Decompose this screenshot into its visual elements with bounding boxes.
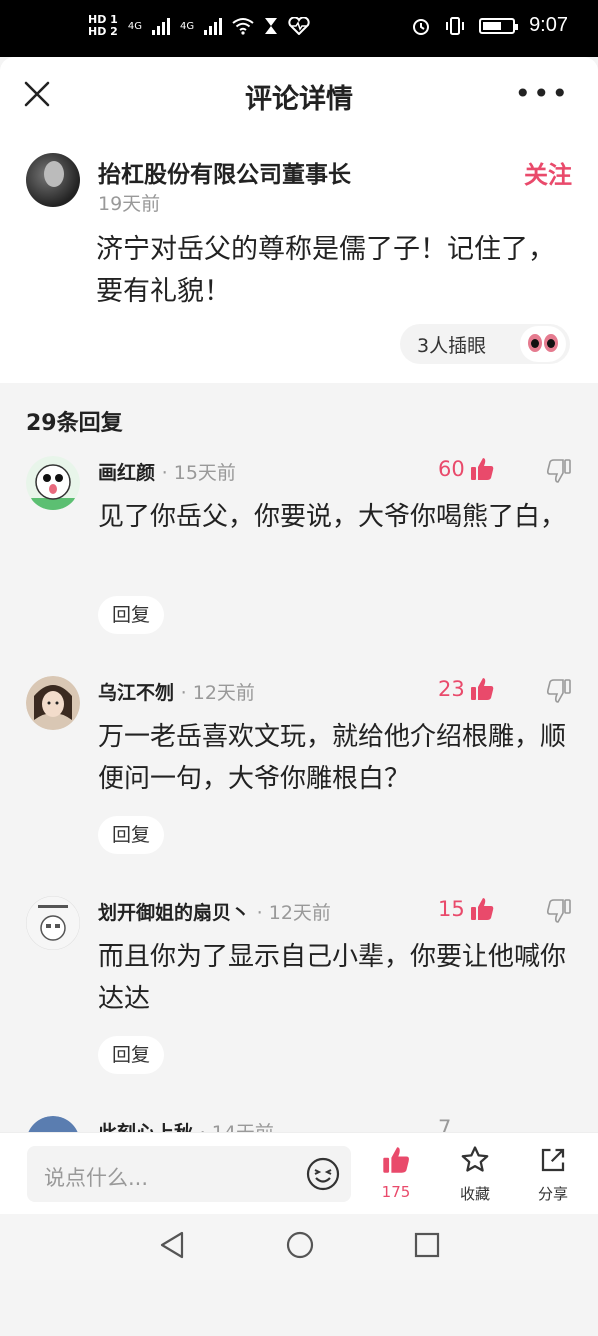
post-time: 19天前 bbox=[98, 193, 161, 215]
thumbs-up-icon bbox=[470, 898, 493, 920]
thumbs-up-icon bbox=[383, 1147, 409, 1173]
share-icon bbox=[541, 1148, 565, 1172]
share-button[interactable]: 分享 bbox=[523, 1145, 583, 1204]
hourglass-icon bbox=[265, 18, 278, 34]
comment-input-placeholder: 说点什么... bbox=[44, 1166, 149, 1190]
wifi-icon bbox=[232, 18, 254, 35]
reply-text: 万一老岳喜欢文玩，就给他介绍根雕，顺便问一句，大爷你雕根白？ bbox=[98, 722, 567, 794]
bottom-action-bar: 说点什么... 175 收藏 分享 bbox=[0, 1132, 598, 1215]
thumbs-down-icon[interactable] bbox=[546, 898, 572, 924]
alarm-icon bbox=[413, 18, 430, 35]
signal-icon-2 bbox=[204, 17, 223, 35]
thumbs-up-icon bbox=[470, 678, 493, 700]
star-icon bbox=[461, 1146, 489, 1172]
reply-button[interactable]: 回复 bbox=[98, 816, 164, 854]
thumbs-down-icon[interactable] bbox=[546, 678, 572, 704]
eyes-emoji-icon[interactable] bbox=[520, 326, 566, 362]
follow-button[interactable]: 关注 bbox=[524, 155, 572, 190]
recents-icon[interactable] bbox=[413, 1230, 441, 1260]
reply-text: 而且你为了显示自己小辈，你要让他喊你达达 bbox=[98, 942, 567, 1014]
reply-time: 12天前 bbox=[268, 902, 331, 924]
back-icon[interactable] bbox=[158, 1230, 186, 1260]
heart-monitor-icon bbox=[288, 17, 310, 35]
like-button[interactable]: 23 bbox=[438, 676, 495, 702]
reply-item: 划开御姐的扇贝丶 · 12天前 15 而且你为了显示自己小辈，你要让他喊你达达 … bbox=[0, 896, 598, 1116]
like-post-button[interactable]: 175 bbox=[366, 1145, 426, 1201]
collect-label: 收藏 bbox=[459, 1185, 490, 1203]
reply-author[interactable]: 划开御姐的扇贝丶 bbox=[98, 902, 250, 924]
network-label-2: 4G bbox=[179, 20, 195, 32]
battery-icon bbox=[479, 17, 519, 34]
reaction-count: 3人插眼 bbox=[417, 334, 487, 357]
collect-button[interactable]: 收藏 bbox=[445, 1145, 505, 1204]
like-count: 15 bbox=[438, 897, 465, 921]
status-bar: HD 1 HD 2 4G 4G 9:07 bbox=[0, 0, 598, 57]
thumbs-down-icon[interactable] bbox=[546, 458, 572, 484]
home-icon[interactable] bbox=[285, 1230, 315, 1260]
reply-avatar[interactable] bbox=[26, 896, 80, 950]
reaction-summary[interactable]: 3人插眼 bbox=[400, 324, 570, 364]
reply-avatar[interactable] bbox=[26, 456, 80, 510]
author-name[interactable]: 抬杠股份有限公司董事长 bbox=[98, 155, 351, 189]
reply-text: 见了你岳父，你要说，大爷你喝熊了白， bbox=[98, 502, 567, 532]
main-comment: 抬杠股份有限公司董事长 19天前 关注 济宁对岳父的尊称是儒了子！记住了，要有礼… bbox=[0, 131, 598, 383]
like-total: 175 bbox=[381, 1183, 411, 1201]
reply-button[interactable]: 回复 bbox=[98, 596, 164, 634]
system-nav-bar bbox=[0, 1214, 598, 1280]
like-button[interactable]: 15 bbox=[438, 896, 495, 922]
header-bar: 评论详情 ••• bbox=[0, 57, 598, 132]
like-count: 23 bbox=[438, 677, 465, 701]
reply-time: 12天前 bbox=[192, 682, 255, 704]
network-label: 4G bbox=[127, 20, 142, 32]
reply-time: 15天前 bbox=[173, 462, 236, 484]
comment-input[interactable]: 说点什么... bbox=[27, 1146, 351, 1202]
like-count: 60 bbox=[438, 457, 465, 481]
page-title: 评论详情 bbox=[245, 84, 353, 115]
like-button[interactable]: 60 bbox=[438, 456, 495, 482]
clock: 9:07 bbox=[529, 14, 568, 36]
vibrate-icon bbox=[446, 16, 465, 35]
author-avatar[interactable] bbox=[26, 153, 80, 207]
share-label: 分享 bbox=[537, 1185, 568, 1203]
more-options-icon[interactable]: ••• bbox=[514, 79, 570, 109]
signal-icon bbox=[151, 17, 170, 35]
hd2-label: HD 2 bbox=[88, 25, 118, 38]
reply-avatar[interactable] bbox=[26, 676, 80, 730]
reply-author[interactable]: 乌江不刎 bbox=[98, 682, 174, 704]
emoji-icon[interactable] bbox=[305, 1156, 341, 1192]
reply-author[interactable]: 画红颜 bbox=[98, 462, 155, 484]
replies-count-heading: 29条回复 bbox=[26, 411, 123, 436]
reply-item: 画红颜 · 15天前 60 见了你岳父，你要说，大爷你喝熊了白， 回复 bbox=[0, 456, 598, 676]
reply-button[interactable]: 回复 bbox=[98, 1036, 164, 1074]
thumbs-up-icon bbox=[470, 458, 493, 480]
comment-text: 济宁对岳父的尊称是儒了子！记住了，要有礼貌！ bbox=[96, 234, 555, 307]
reply-item: 乌江不刎 · 12天前 23 万一老岳喜欢文玩，就给他介绍根雕，顺便问一句，大爷… bbox=[0, 676, 598, 896]
